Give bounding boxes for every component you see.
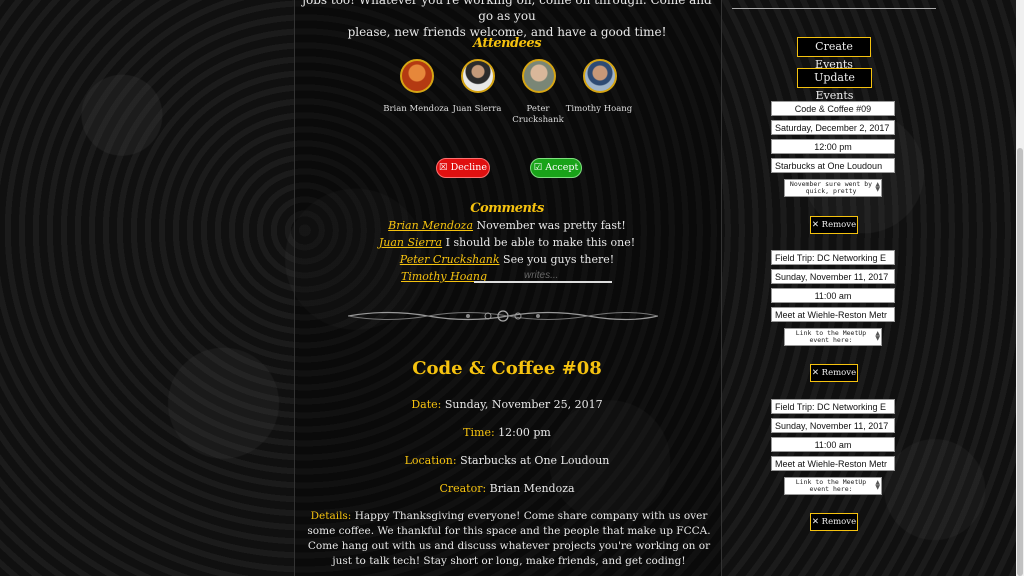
comment-author-link[interactable]: Juan Sierra bbox=[379, 236, 442, 249]
resize-grip-icon[interactable]: ▲ ▼ bbox=[875, 182, 880, 193]
attendees-heading: Attendees bbox=[472, 36, 542, 51]
resize-grip-icon[interactable]: ▲ ▼ bbox=[875, 480, 880, 491]
event-title-field[interactable]: Field Trip: DC Networking E bbox=[771, 250, 895, 265]
comment-text: November was pretty fast! bbox=[473, 219, 626, 232]
event-time-field[interactable]: 11:00 am bbox=[771, 288, 895, 303]
previous-event-details: jobs too! Whatever you're working on, co… bbox=[302, 0, 712, 39]
decline-button[interactable]: ☒ Decline bbox=[436, 158, 490, 178]
page-scrollbar[interactable] bbox=[1016, 0, 1024, 576]
event-time: Time: 12:00 pm bbox=[463, 426, 551, 439]
event-location-field[interactable]: Meet at Wiehle-Reston Metr bbox=[771, 456, 895, 471]
event-date-field[interactable]: Saturday, December 2, 2017 bbox=[771, 120, 895, 135]
attendee-name: Juan Sierra bbox=[452, 104, 502, 114]
create-events-button[interactable]: Create Events bbox=[797, 37, 871, 71]
remove-event-button[interactable]: ✕ Remove bbox=[810, 364, 858, 382]
comment-item: Brian Mendoza November was pretty fast! bbox=[300, 218, 714, 234]
event-date-field[interactable]: Sunday, November 11, 2017 bbox=[771, 269, 895, 284]
comment-item: Peter Cruckshank See you guys there! bbox=[300, 252, 714, 268]
event-details-textarea[interactable]: November sure went by quick, pretty ▲ ▼ bbox=[784, 179, 882, 197]
event-location-field[interactable]: Starbucks at One Loudoun bbox=[771, 158, 895, 173]
avatar-brian-mendoza[interactable] bbox=[400, 59, 434, 93]
event-location: Location: Starbucks at One Loudoun bbox=[404, 454, 610, 467]
avatar-peter-cruckshank[interactable] bbox=[522, 59, 556, 93]
event-details-textarea[interactable]: Link to the MeetUp event here: ▲ ▼ bbox=[784, 477, 882, 495]
event-time-field[interactable]: 11:00 am bbox=[771, 437, 895, 452]
comments-heading: Comments bbox=[470, 201, 544, 216]
comment-author-link[interactable]: Brian Mendoza bbox=[388, 219, 473, 232]
remove-event-button[interactable]: ✕ Remove bbox=[810, 513, 858, 531]
comment-item: Juan Sierra I should be able to make thi… bbox=[300, 235, 714, 251]
ornamental-divider bbox=[348, 310, 658, 322]
event-time-field[interactable]: 12:00 pm bbox=[771, 139, 895, 154]
sidebar-divider bbox=[732, 8, 936, 9]
attendee-name: Timothy Hoang bbox=[565, 104, 633, 114]
comment-author-link[interactable]: Peter Cruckshank bbox=[400, 253, 500, 266]
attendee-name: Peter Cruckshank bbox=[512, 104, 564, 125]
event-title-field[interactable]: Field Trip: DC Networking E bbox=[771, 399, 895, 414]
accept-button[interactable]: ☑ Accept bbox=[530, 158, 582, 178]
event-date: Date: Sunday, November 25, 2017 bbox=[411, 398, 603, 411]
event-details-textarea[interactable]: Link to the MeetUp event here: ▲ ▼ bbox=[784, 328, 882, 346]
event-details: Details: Happy Thanksgiving everyone! Co… bbox=[307, 510, 711, 567]
comment-text: I should be able to make this one! bbox=[442, 236, 636, 249]
event-title-field[interactable]: Code & Coffee #09 bbox=[771, 101, 895, 116]
event-location-field[interactable]: Meet at Wiehle-Reston Metr bbox=[771, 307, 895, 322]
remove-event-button[interactable]: ✕ Remove bbox=[810, 216, 858, 234]
event-date-field[interactable]: Sunday, November 11, 2017 bbox=[771, 418, 895, 433]
event-creator: Creator: Brian Mendoza bbox=[439, 482, 575, 495]
comment-text: See you guys there! bbox=[499, 253, 615, 266]
resize-grip-icon[interactable]: ▲ ▼ bbox=[875, 331, 880, 342]
avatar-timothy-hoang[interactable] bbox=[583, 59, 617, 93]
attendee-name: Brian Mendoza bbox=[383, 104, 449, 114]
event-title: Code & Coffee #08 bbox=[412, 358, 602, 379]
comment-input[interactable] bbox=[474, 269, 612, 283]
avatar-juan-sierra[interactable] bbox=[461, 59, 495, 93]
update-events-button[interactable]: Update Events bbox=[797, 68, 872, 102]
scrollbar-thumb[interactable] bbox=[1017, 148, 1023, 576]
